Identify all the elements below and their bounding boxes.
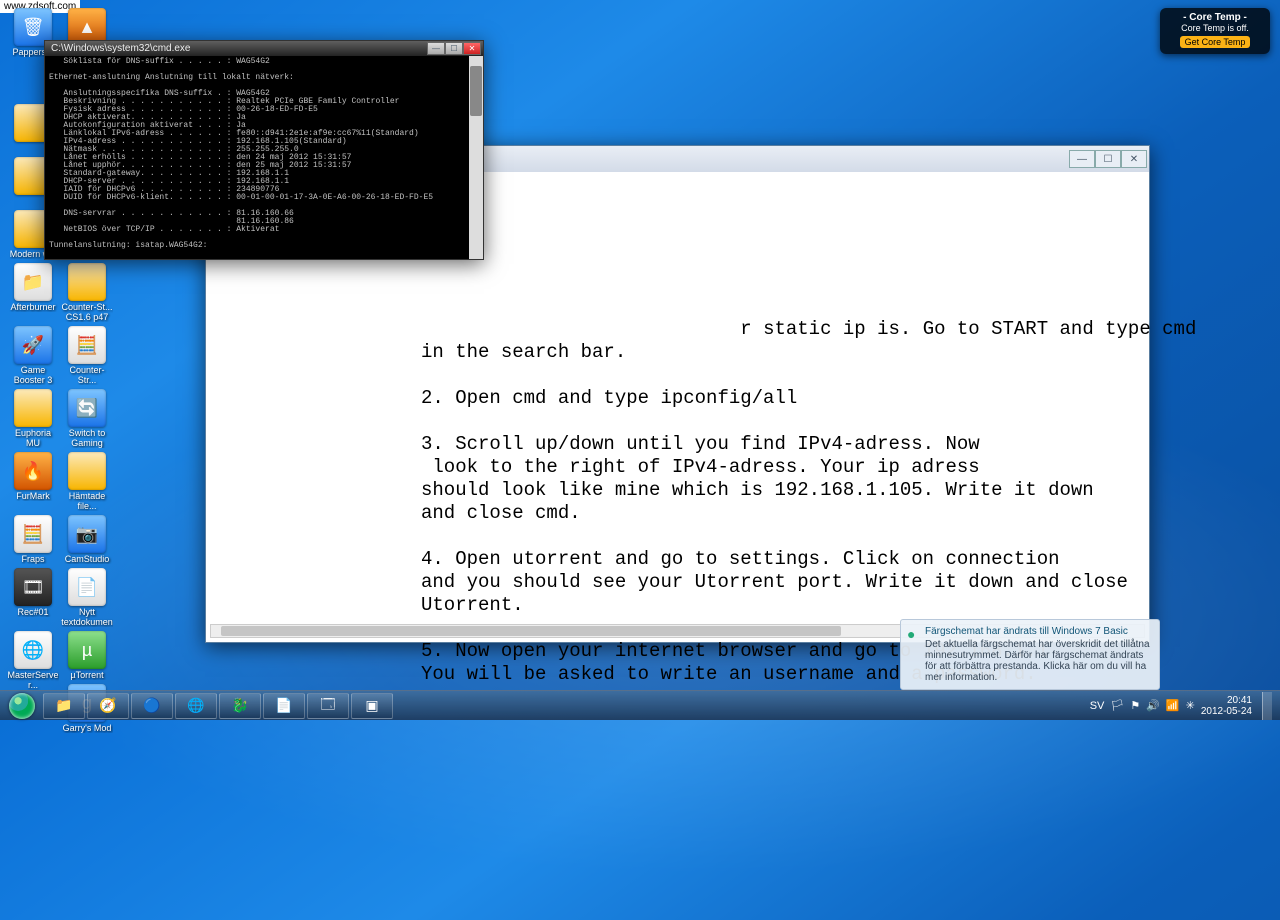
icon-🌐-icon: 🌐 — [14, 631, 52, 669]
desktop-icon-label: Counter-Str... — [61, 365, 113, 385]
desktop-icon[interactable]: 🌐MasterServer... — [7, 631, 59, 690]
toast-body: Det aktuella färgschemat har överskridit… — [925, 639, 1151, 683]
desktop-icon-label: Counter-St... CS1.6 p47 — [61, 302, 113, 322]
taskbar-button[interactable]: 📁 — [43, 693, 85, 719]
desktop-icon[interactable]: 🔄Switch to Gaming Mode — [61, 389, 113, 448]
desktop-icon[interactable]: 📄Nytt textdokument — [61, 568, 113, 627]
clock-time: 20:41 — [1201, 695, 1252, 706]
icon-µ-icon: µ — [68, 631, 106, 669]
close-button[interactable]: ✕ — [1121, 150, 1147, 168]
start-button[interactable] — [2, 691, 42, 721]
desktop-icon-label: CamStudio — [61, 554, 113, 564]
minimize-button[interactable]: — — [1069, 150, 1095, 168]
desktop-icon-label: Afterburner — [7, 302, 59, 312]
tray-flag-icon[interactable]: 🏳 — [1110, 699, 1124, 712]
cmd-v-scrollbar[interactable] — [469, 56, 483, 259]
icon-🔄-icon: 🔄 — [68, 389, 106, 427]
desktop-icon[interactable]: 🚀Game Booster 3 — [7, 326, 59, 385]
system-tray[interactable]: SV 🏳 ⚑ 🔊 📶 ✳ 20:41 2012-05-24 — [1090, 692, 1278, 720]
icon-🎞-icon: 🎞 — [14, 568, 52, 606]
cmd-window[interactable]: C:\Windows\system32\cmd.exe — ☐ ✕ Söklis… — [44, 40, 484, 260]
taskbar-button[interactable]: 🌐 — [175, 693, 217, 719]
desktop-icon[interactable]: Euphoria MU SEASON 3... — [7, 389, 59, 448]
icon-folder-icon — [68, 263, 106, 301]
cmd-titlebar[interactable]: C:\Windows\system32\cmd.exe — ☐ ✕ — [45, 41, 483, 56]
gadget-line: Core Temp is off. — [1166, 23, 1264, 33]
toast-title: Färgschemat har ändrats till Windows 7 B… — [925, 626, 1151, 637]
cmd-body[interactable]: Söklista för DNS-suffix . . . . . : WAG5… — [45, 56, 483, 259]
maximize-button[interactable]: ☐ — [1095, 150, 1121, 168]
desktop-icon[interactable]: Hämtade file... — [61, 452, 113, 511]
tray-action-center-icon[interactable]: ⚑ — [1130, 699, 1140, 712]
desktop-icon-label: MasterServer... — [7, 670, 59, 690]
desktop-icon-label: µTorrent — [61, 670, 113, 680]
gadget-title: - Core Temp - — [1166, 12, 1264, 23]
clock-date: 2012-05-24 — [1201, 706, 1252, 717]
desktop-icon-label: Nytt textdokument — [61, 607, 113, 627]
desktop-icon[interactable]: 🧮Counter-Str... — [61, 326, 113, 385]
gadget-get-button[interactable]: Get Core Temp — [1180, 36, 1251, 48]
tray-app-icon[interactable]: ✳ — [1186, 699, 1195, 712]
taskbar-button[interactable]: 🐉 — [219, 693, 261, 719]
taskbar-button[interactable]: 🗔 — [307, 693, 349, 719]
cmd-minimize-button[interactable]: — — [427, 42, 445, 55]
icon-folder-icon — [14, 389, 52, 427]
desktop-icon-label: FurMark — [7, 491, 59, 501]
desktop-icon-label: Euphoria MU SEASON 3... — [7, 428, 59, 448]
icon-📄-icon: 📄 — [68, 568, 106, 606]
cmd-title: C:\Windows\system32\cmd.exe — [51, 43, 191, 54]
icon-🧮-icon: 🧮 — [68, 326, 106, 364]
icon-folder-icon — [68, 452, 106, 490]
show-desktop-button[interactable] — [1262, 692, 1272, 720]
desktop-icon[interactable]: µµTorrent — [61, 631, 113, 680]
icon-🚀-icon: 🚀 — [14, 326, 52, 364]
cmd-close-button[interactable]: ✕ — [463, 42, 481, 55]
taskbar[interactable]: 📁🧭🔵🌐🐉📄🗔▣ SV 🏳 ⚑ 🔊 📶 ✳ 20:41 2012-05-24 — [0, 690, 1280, 720]
start-orb-icon — [9, 693, 35, 719]
coretemp-gadget[interactable]: - Core Temp - Core Temp is off. Get Core… — [1160, 8, 1270, 54]
taskbar-button[interactable]: ▣ — [351, 693, 393, 719]
tray-volume-icon[interactable]: 🔊 — [1146, 699, 1160, 712]
taskbar-button[interactable]: 📄 — [263, 693, 305, 719]
desktop-icon[interactable]: 📁Afterburner — [7, 263, 59, 312]
desktop-icon[interactable]: 📷CamStudio — [61, 515, 113, 564]
icon-📷-icon: 📷 — [68, 515, 106, 553]
taskbar-button[interactable]: 🧭 — [87, 693, 129, 719]
cmd-maximize-button[interactable]: ☐ — [445, 42, 463, 55]
desktop-icon-label: Rec#01 — [7, 607, 59, 617]
icon-🔥-icon: 🔥 — [14, 452, 52, 490]
desktop-icon[interactable]: 🔥FurMark — [7, 452, 59, 501]
desktop-icon[interactable]: 🧮Fraps — [7, 515, 59, 564]
desktop-icon[interactable]: Counter-St... CS1.6 p47 — [61, 263, 113, 322]
taskbar-button[interactable]: 🔵 — [131, 693, 173, 719]
icon-🧮-icon: 🧮 — [14, 515, 52, 553]
desktop-icon[interactable]: 🎞Rec#01 — [7, 568, 59, 617]
taskbar-clock[interactable]: 20:41 2012-05-24 — [1201, 695, 1252, 717]
desktop-icon-label: Hämtade file... — [61, 491, 113, 511]
desktop-icon-label: Game Booster 3 — [7, 365, 59, 385]
tray-network-icon[interactable]: 📶 — [1166, 699, 1180, 712]
notification-toast[interactable]: Färgschemat har ändrats till Windows 7 B… — [900, 619, 1160, 690]
desktop-icon-label: Fraps — [7, 554, 59, 564]
lang-indicator[interactable]: SV — [1090, 700, 1105, 712]
desktop-icon-label: Switch to Gaming Mode — [61, 428, 113, 448]
desktop-icon-label: Garry's Mod — [61, 723, 113, 733]
icon-📁-icon: 📁 — [14, 263, 52, 301]
